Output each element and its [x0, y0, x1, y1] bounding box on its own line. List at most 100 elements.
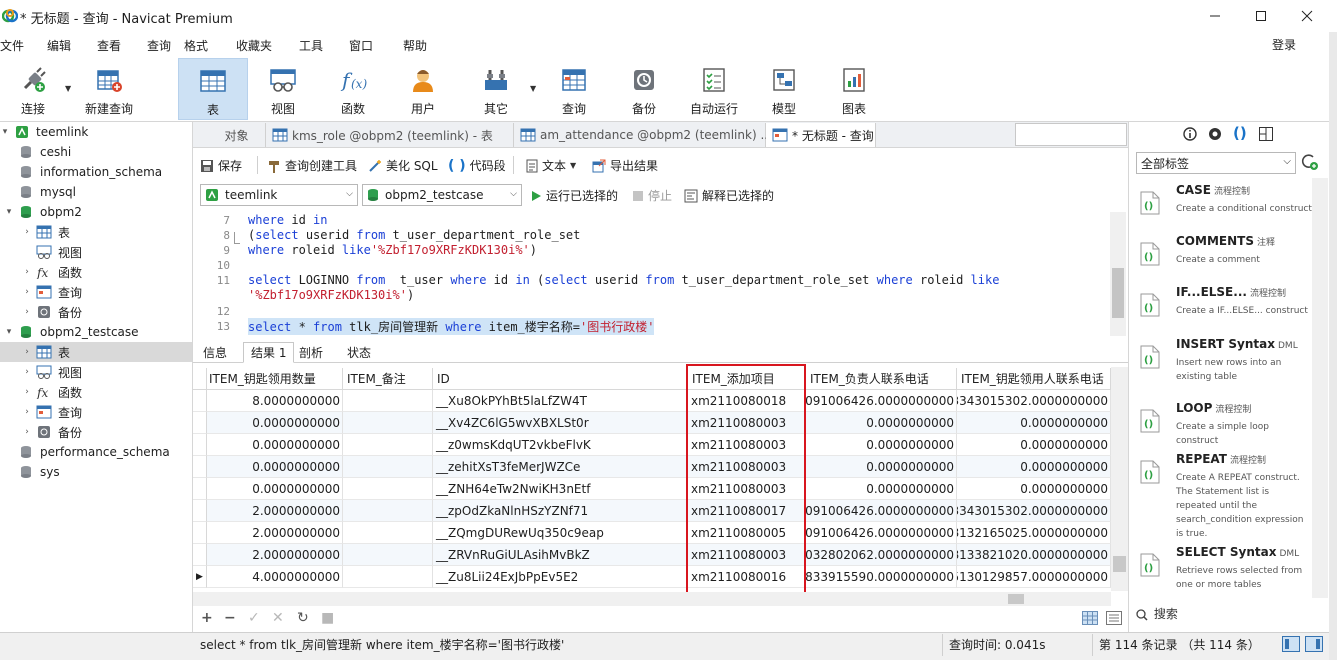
layout-right-icon[interactable] — [1305, 636, 1323, 652]
grid-cell[interactable]: __ZNH64eTw2NwiKH3nEtf — [433, 478, 688, 500]
grid-cell[interactable]: 2.0000000000 — [207, 500, 343, 522]
editor-scrollbar-thumb[interactable] — [1112, 268, 1124, 318]
toolbar-function-button[interactable]: f (x) 函数 — [322, 58, 384, 120]
row-indicator[interactable] — [193, 500, 207, 522]
grid-cell[interactable]: __Xu8OkPYhBt5laLfZW4T — [433, 390, 688, 412]
tab-untitled-query[interactable]: * 无标题 - 查询 — [766, 123, 876, 147]
menu-query[interactable]: 查询 — [147, 37, 171, 54]
snippet-icon[interactable]: () — [1233, 124, 1247, 142]
grid-cell[interactable] — [343, 544, 433, 566]
column-header[interactable]: ID — [433, 368, 688, 390]
row-indicator[interactable] — [193, 412, 207, 434]
grid-cell[interactable]: 2.0000000000 — [207, 544, 343, 566]
snippet-search[interactable]: 搜索 — [1136, 605, 1178, 622]
row-indicator[interactable] — [193, 456, 207, 478]
tab-status[interactable]: 状态 — [340, 342, 378, 363]
expand-icon[interactable]: › — [22, 367, 32, 377]
row-indicator[interactable]: ▶ — [193, 566, 207, 588]
login-link[interactable]: 登录 — [1272, 36, 1296, 53]
expand-icon[interactable]: › — [22, 387, 32, 397]
stop-loading-icon[interactable]: ■ — [321, 610, 334, 626]
column-header[interactable]: ITEM_钥匙领用人联系电话 — [957, 368, 1111, 390]
grid-cell[interactable]: 13343015302.0000000000 — [957, 500, 1111, 522]
grid-cell[interactable]: __zehitXsT3feMerJWZCe — [433, 456, 688, 478]
tab-am-attendance[interactable]: am_attendance @obpm2 (teemlink) ... — [514, 123, 772, 147]
database-select[interactable]: obpm2_testcase ⌵ — [362, 184, 522, 206]
delete-record-icon[interactable]: − — [224, 610, 236, 626]
tree-item[interactable]: › 视图 — [22, 362, 192, 382]
grid-cell[interactable]: 13091006426.0000000000 — [806, 390, 957, 412]
menu-view[interactable]: 查看 — [97, 37, 121, 54]
grid-cell[interactable]: 0.0000000000 — [957, 434, 1111, 456]
menu-edit[interactable]: 编辑 — [47, 37, 71, 54]
grid-cell[interactable]: __Xv4ZC6lG5wvXBXLSt0r — [433, 412, 688, 434]
grid-cell[interactable]: __ZQmgDURewUq350c9eap — [433, 522, 688, 544]
grid-cell[interactable] — [343, 390, 433, 412]
grid-cell[interactable] — [343, 434, 433, 456]
tree-item[interactable]: › 查询 — [22, 402, 192, 422]
toolbar-view-button[interactable]: 视图 — [252, 58, 314, 120]
text-menu-button[interactable]: 文本 ▼ — [526, 157, 576, 174]
column-header[interactable]: ITEM_钥匙领用数量 — [207, 368, 343, 390]
tab-objects[interactable]: 对象 — [208, 123, 266, 147]
tree-item[interactable]: mysql — [18, 182, 192, 202]
row-indicator[interactable] — [193, 544, 207, 566]
grid-cell[interactable]: 0.0000000000 — [806, 478, 957, 500]
grid-cell[interactable] — [343, 456, 433, 478]
grid-cell[interactable]: 0.0000000000 — [957, 412, 1111, 434]
grid-cell[interactable]: 0.0000000000 — [806, 456, 957, 478]
close-button[interactable] — [1284, 0, 1330, 32]
export-result-button[interactable]: 导出结果 — [592, 157, 658, 174]
snippet-item[interactable]: () INSERT Syntax DML Insert new rows into a… — [1134, 337, 1312, 387]
grid-horizontal-scrollbar[interactable] — [193, 592, 1111, 606]
toolbar-backup-button[interactable]: 备份 — [613, 58, 675, 120]
toolbar-connection-button[interactable]: 连接 — [8, 58, 58, 120]
tree-item[interactable]: information_schema — [18, 162, 192, 182]
row-indicator[interactable] — [193, 434, 207, 456]
add-record-icon[interactable]: + — [201, 610, 213, 626]
toolbar-other-button[interactable]: 其它 — [465, 58, 527, 120]
tree-item[interactable]: › 表 — [0, 342, 192, 362]
menu-favorites[interactable]: 收藏夹 — [236, 37, 272, 54]
snippet-item[interactable]: () LOOP 流程控制 Create a simple loop construct — [1134, 401, 1312, 451]
tab-kms-role[interactable]: kms_role @obpm2 (teemlink) - 表 — [266, 123, 514, 147]
collapse-icon[interactable]: ▾ — [4, 327, 14, 337]
tab-profile[interactable]: 剖析 — [292, 342, 330, 363]
grid-cell[interactable]: __Zu8Lii24ExJbPpEv5E2 — [433, 566, 688, 588]
grid-cell[interactable]: 18032802062.0000000000 — [806, 544, 957, 566]
snippet-item[interactable]: () IF...ELSE... 流程控制 Create a IF...ELSE... … — [1134, 285, 1312, 335]
expand-icon[interactable]: › — [22, 267, 32, 277]
snippet-filter-select[interactable]: 全部标签 ⌵ — [1136, 152, 1296, 174]
column-header[interactable]: ITEM_备注 — [343, 368, 433, 390]
toolbar-table-button[interactable]: 表 — [178, 58, 248, 120]
grid-cell[interactable]: 0.0000000000 — [207, 412, 343, 434]
menu-help[interactable]: 帮助 — [403, 37, 427, 54]
grid-vertical-scrollbar-thumb[interactable] — [1113, 556, 1126, 572]
grid-cell[interactable]: 13091006426.0000000000 — [806, 500, 957, 522]
tree-item[interactable]: sys — [18, 462, 192, 482]
stop-button[interactable]: 停止 — [632, 187, 672, 204]
refresh-icon[interactable]: ↻ — [297, 610, 309, 626]
collapse-icon[interactable]: ▾ — [0, 127, 10, 137]
maximize-button[interactable] — [1238, 0, 1284, 32]
expand-icon[interactable]: › — [22, 407, 32, 417]
snippet-panel-scrollbar[interactable] — [1312, 178, 1328, 598]
tree-item[interactable]: ▾ obpm2 — [4, 202, 192, 222]
grid-cell[interactable]: 0.0000000000 — [207, 456, 343, 478]
grid-cell[interactable]: 15833915590.0000000000 — [806, 566, 957, 588]
grid-cell[interactable]: 8.0000000000 — [207, 390, 343, 412]
grid-view-icon[interactable] — [1082, 611, 1098, 625]
tree-item[interactable]: ceshi — [18, 142, 192, 162]
row-indicator[interactable] — [193, 390, 207, 412]
tree-item[interactable]: › 查询 — [22, 282, 192, 302]
grid-cell[interactable] — [343, 566, 433, 588]
tree-item[interactable]: 视图 — [36, 242, 192, 262]
grid-cell[interactable]: __z0wmsKdqUT2vkbeFlvK — [433, 434, 688, 456]
snippet-item[interactable]: () REPEAT 流程控制 Create A REPEAT construct. T… — [1134, 452, 1312, 539]
expand-icon[interactable]: › — [22, 227, 32, 237]
expand-icon[interactable]: › — [22, 287, 32, 297]
sql-editor[interactable]: 7 where id in 8 (select userid from t_us… — [198, 212, 1126, 336]
discard-changes-icon[interactable]: ✕ — [272, 610, 284, 626]
grid-cell[interactable]: 0.0000000000 — [957, 456, 1111, 478]
grid-cell[interactable] — [343, 500, 433, 522]
